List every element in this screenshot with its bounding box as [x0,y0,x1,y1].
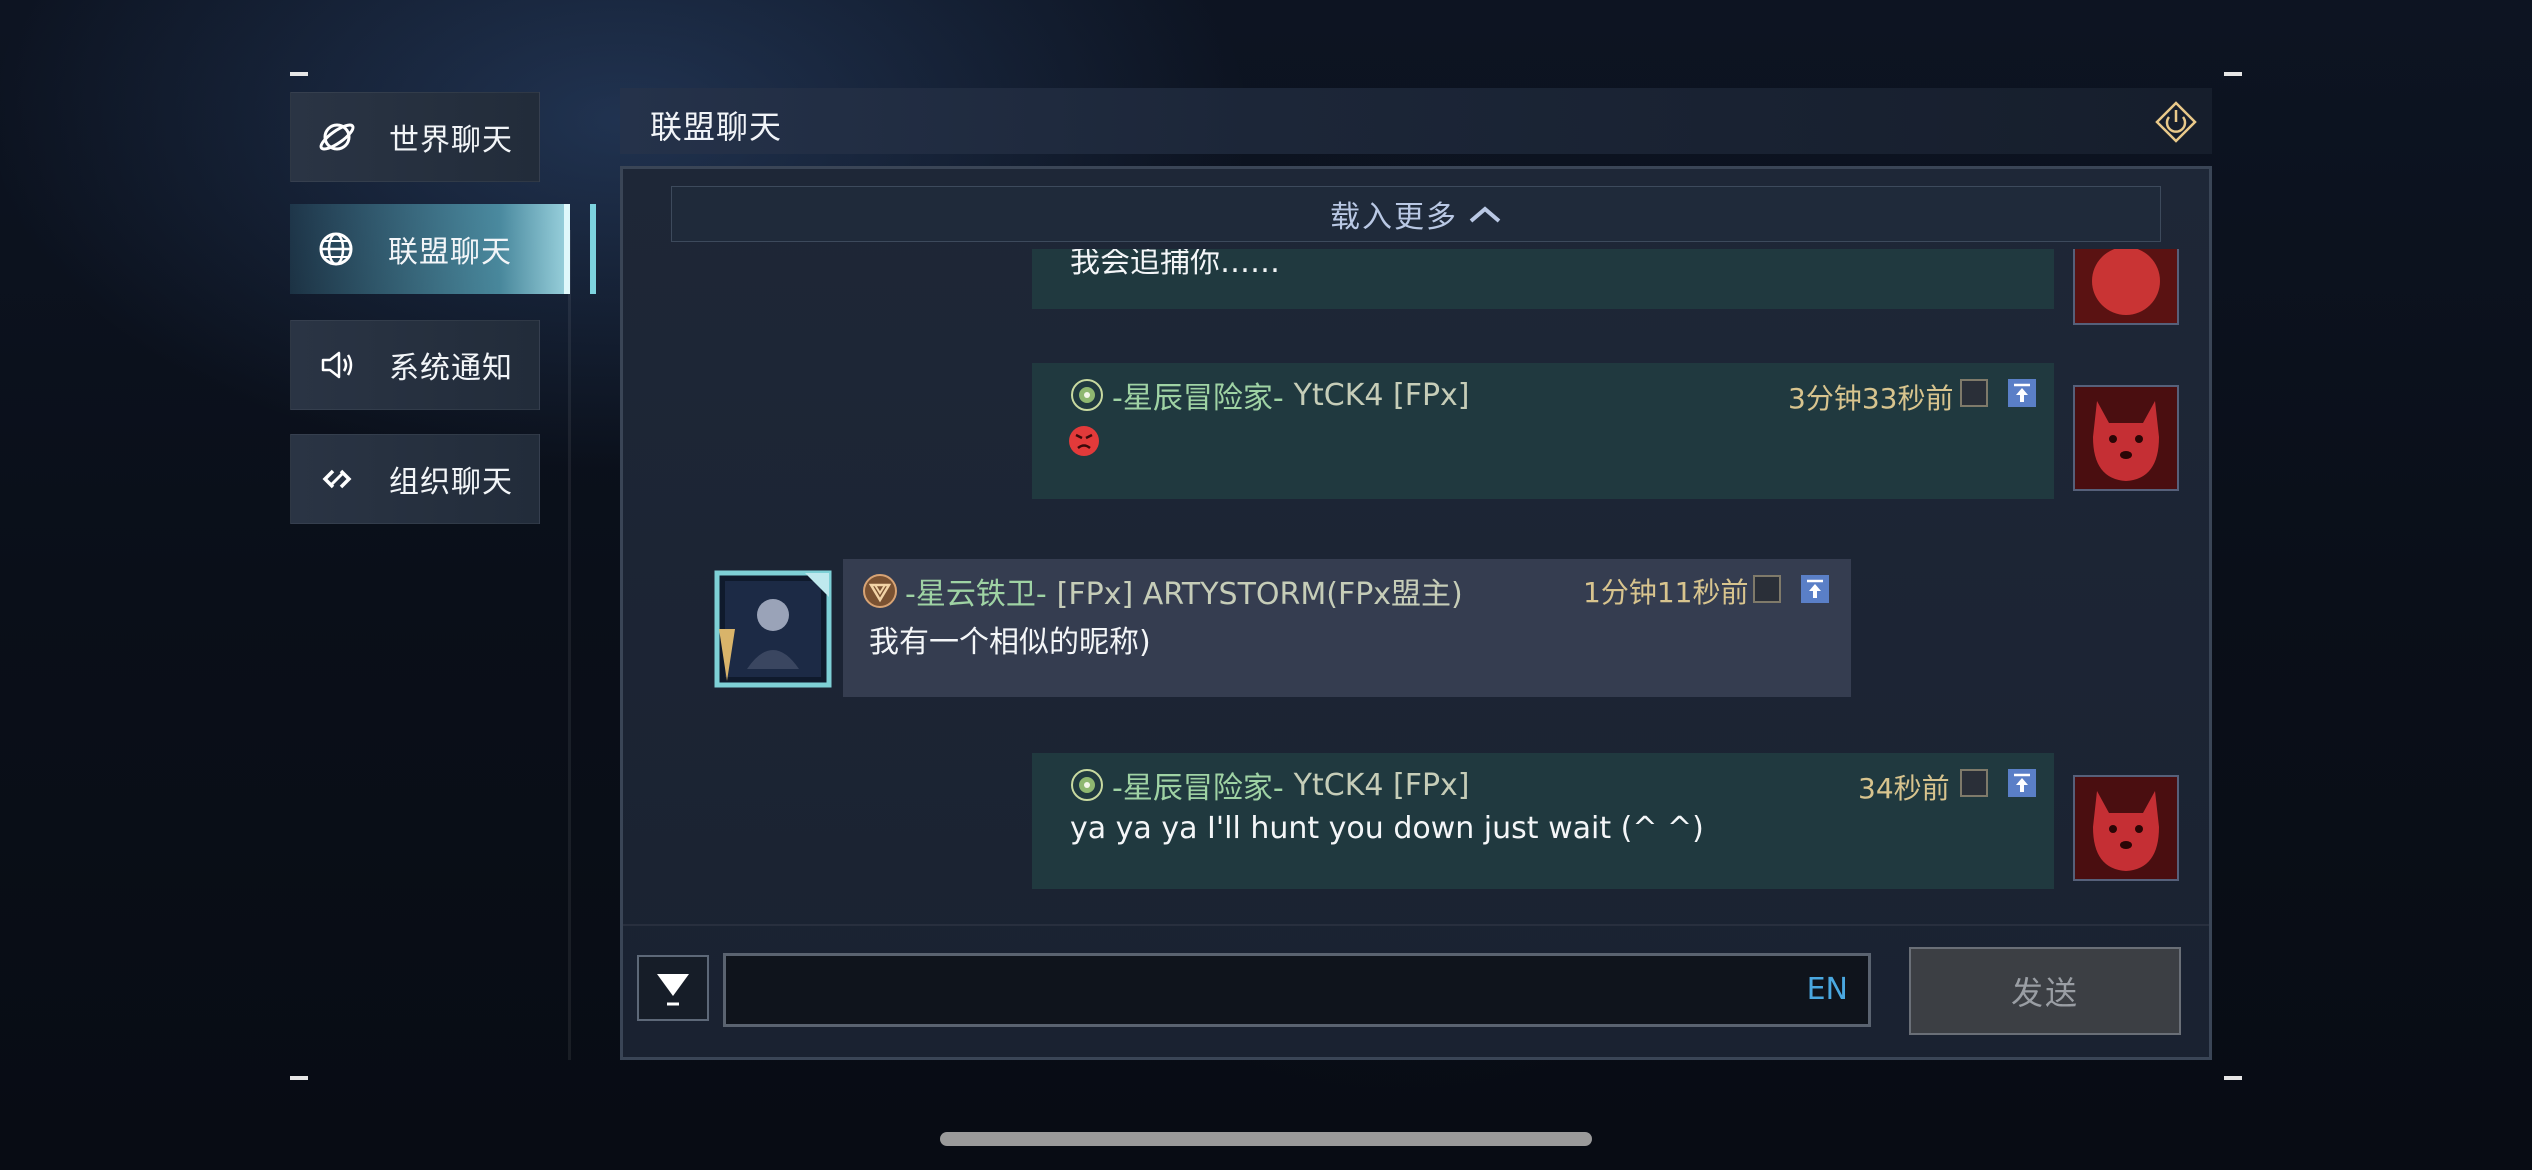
corner-mark [290,1076,308,1080]
sidebar-item-label: 联盟聊天 [388,235,512,270]
sender-line: -星辰冒险家- YtCK4 [FPx] [1068,373,1470,417]
avatar[interactable] [2073,775,2179,881]
load-more-label: 载入更多 [1330,200,1458,235]
message-text: 我有一个相似的昵称) [869,625,1151,660]
sidebar-divider [568,230,571,1060]
chat-message: -星辰冒险家- YtCK4 [FPx] 34秒前 ya ya ya I'll h… [1032,753,2054,889]
sidebar-item-label: 系统通知 [389,351,513,386]
corner-mark [2224,72,2242,76]
message-time: 34秒前 [1858,772,1950,805]
chevron-up-icon [1469,206,1501,223]
sender-name[interactable]: [FPx] ARTYSTORM(FPx盟主) [1057,569,1463,613]
active-indicator [590,204,596,294]
sidebar-item-alliance-chat[interactable]: 联盟聊天 [290,204,596,294]
sender-name[interactable]: YtCK4 [FPx] [1294,378,1470,413]
chat-message: 我会追捕你…… [1032,249,2054,309]
divider [623,924,2209,926]
translate-icon[interactable] [1753,575,1781,603]
message-list[interactable]: 我会追捕你…… -星辰冒险家- YtCK4 [FPx] 3分钟33秒前 -星云铁… [623,249,2209,959]
chevron-down-icon [657,974,689,1006]
sender-title: -星辰冒险家- [1112,771,1284,806]
corner-mark [290,72,308,76]
sender-line: -星辰冒险家- YtCK4 [FPx] [1068,763,1470,807]
pin-top-icon[interactable] [1801,575,1829,603]
angry-emoji-icon [1068,425,1100,457]
speaker-icon [317,345,357,385]
sidebar-item-world-chat[interactable]: 世界聊天 [290,92,540,182]
pin-top-icon[interactable] [2008,769,2036,797]
message-time: 3分钟33秒前 [1788,382,1954,415]
message-input[interactable] [740,964,1784,1018]
sidebar-item-label: 组织聊天 [389,465,513,500]
chat-message: -星云铁卫- [FPx] ARTYSTORM(FPx盟主) 1分钟11秒前 我有… [843,559,1851,697]
home-indicator[interactable] [940,1132,1592,1146]
sender-title: -星辰冒险家- [1112,381,1284,416]
chat-header: 联盟聊天 [620,88,2212,154]
message-text: ya ya ya I'll hunt you down just wait (^… [1070,811,1704,846]
sidebar-item-org-chat[interactable]: 组织聊天 [290,434,540,524]
sender-title: -星云铁卫- [905,577,1047,612]
planet-icon [317,117,357,157]
rank-badge-icon [1071,769,1103,801]
sidebar-item-system-notice[interactable]: 系统通知 [290,320,540,410]
chat-message: -星辰冒险家- YtCK4 [FPx] 3分钟33秒前 [1032,363,2054,499]
avatar[interactable] [713,569,833,689]
globe-icon [316,229,356,269]
translate-icon[interactable] [1960,769,1988,797]
message-input-box[interactable]: EN [723,953,1871,1027]
rank-badge-icon [1071,379,1103,411]
language-toggle[interactable]: EN [1807,972,1848,1007]
exit-icon[interactable] [2154,100,2198,144]
sender-name[interactable]: YtCK4 [FPx] [1294,768,1470,803]
message-text: 我会追捕你…… [1070,249,1280,280]
avatar[interactable] [2073,385,2179,491]
page-title: 联盟聊天 [650,108,783,146]
chat-panel: 我会追捕你…… -星辰冒险家- YtCK4 [FPx] 3分钟33秒前 -星云铁… [620,166,2212,1060]
pin-top-icon[interactable] [2008,379,2036,407]
message-time: 1分钟11秒前 [1583,576,1749,609]
rank-badge-icon [863,574,897,608]
load-more-button[interactable]: 载入更多 [671,186,2161,242]
send-button[interactable]: 发送 [1909,947,2181,1035]
send-button-label: 发送 [2010,974,2079,1012]
corner-mark [2224,1076,2242,1080]
sender-line: -星云铁卫- [FPx] ARTYSTORM(FPx盟主) [861,569,1463,613]
emoji-toggle-button[interactable] [637,955,709,1021]
sidebar-item-label: 世界聊天 [389,123,513,158]
link-icon [317,459,357,499]
translate-icon[interactable] [1960,379,1988,407]
avatar[interactable] [2073,249,2179,325]
